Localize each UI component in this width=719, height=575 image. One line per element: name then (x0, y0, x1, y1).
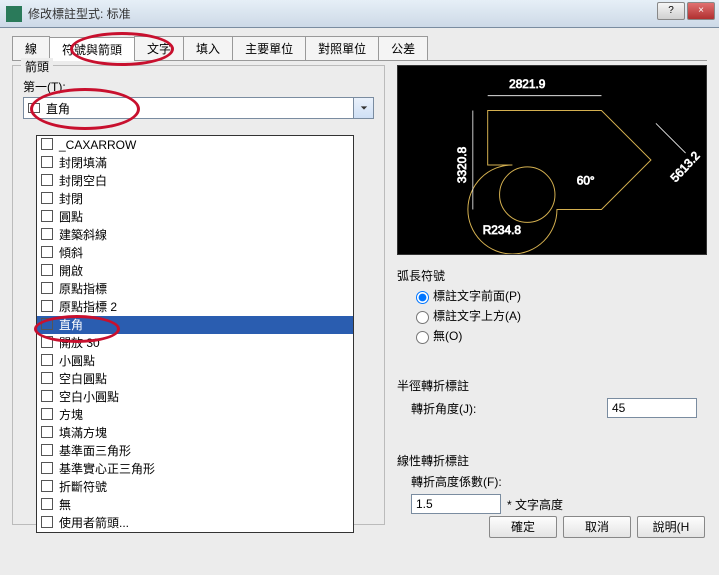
dropdown-item[interactable]: 小圓點 (37, 352, 353, 370)
dropdown-item[interactable]: 直角 (37, 316, 353, 334)
dropdown-item[interactable]: 圓點 (37, 208, 353, 226)
arrow-type-icon (41, 318, 53, 330)
arrow-dropdown-list[interactable]: _CAXARROW封閉填滿封閉空白封閉圓點建築斜線傾斜開啟原點指標原點指標 2直… (36, 135, 354, 533)
arrow-type-icon (41, 426, 53, 438)
dropdown-item[interactable]: 無 (37, 496, 353, 514)
dropdown-item[interactable]: _CAXARROW (37, 136, 353, 154)
arrow-type-icon (41, 228, 53, 240)
dropdown-item[interactable]: 封閉空白 (37, 172, 353, 190)
dropdown-item[interactable]: 填滿方塊 (37, 424, 353, 442)
first-arrow-value: 直角 (46, 100, 70, 117)
radio-none[interactable]: 無(O) (411, 327, 697, 344)
arrow-type-icon (41, 336, 53, 348)
dropdown-item[interactable]: 原點指標 (37, 280, 353, 298)
cancel-button[interactable]: 取消 (563, 516, 631, 538)
dropdown-item[interactable]: 使用者箭頭... (37, 514, 353, 532)
dropdown-item[interactable]: 空白小圓點 (37, 388, 353, 406)
jog-angle-label: 轉折角度(J): (411, 400, 607, 417)
arrow-type-icon (41, 174, 53, 186)
tab-fill[interactable]: 填入 (183, 36, 233, 60)
dropdown-item[interactable]: 基準面三角形 (37, 442, 353, 460)
linear-jog-group: 線性轉折標註 轉折高度係數(F): * 文字高度 (397, 440, 707, 528)
arrow-type-icon (41, 390, 53, 402)
tab-text[interactable]: 文字 (134, 36, 184, 60)
arrow-type-icon (41, 462, 53, 474)
dropdown-item[interactable]: 方塊 (37, 406, 353, 424)
titlebar: 修改標註型式: 标准 ? × (0, 0, 719, 28)
dim-left: 3320.8 (455, 146, 469, 183)
dim-angle: 60° (577, 174, 595, 188)
radio-above-text[interactable]: 標註文字上方(A) (411, 307, 697, 324)
dropdown-item[interactable]: 開啟 (37, 262, 353, 280)
tab-primary-units[interactable]: 主要單位 (232, 36, 306, 60)
arrow-type-icon (41, 264, 53, 276)
dialog-buttons: 確定 取消 說明(H (489, 516, 705, 538)
tab-symbols-arrows[interactable]: 符號與箭頭 (49, 37, 135, 61)
arrow-type-icon (41, 156, 53, 168)
chevron-down-icon[interactable] (353, 98, 373, 118)
radio-before-text[interactable]: 標註文字前面(P) (411, 287, 697, 304)
arrow-type-icon (41, 300, 53, 312)
arrow-type-icon (41, 444, 53, 456)
arrow-type-icon (41, 354, 53, 366)
tab-line[interactable]: 線 (12, 36, 50, 60)
arrows-group-label: 箭頭 (21, 58, 53, 75)
dim-top: 2821.9 (509, 77, 546, 91)
dim-radius: R234.8 (483, 223, 522, 237)
window-buttons: ? × (657, 2, 715, 20)
dropdown-item[interactable]: 空白圓點 (37, 370, 353, 388)
combo-icon (28, 103, 40, 113)
arrow-type-icon (41, 372, 53, 384)
close-button[interactable]: × (687, 2, 715, 20)
dimension-preview: 2821.9 3320.8 5613.2 R234.8 60° (397, 65, 707, 255)
dropdown-item[interactable]: 封閉填滿 (37, 154, 353, 172)
dropdown-item[interactable]: 基準實心正三角形 (37, 460, 353, 478)
jog-factor-suffix: * 文字高度 (507, 496, 563, 513)
dropdown-item[interactable]: 折斷符號 (37, 478, 353, 496)
tab-alt-units[interactable]: 對照單位 (305, 36, 379, 60)
arrow-type-icon (41, 408, 53, 420)
arrow-type-icon (41, 498, 53, 510)
arc-length-label: 弧長符號 (397, 267, 697, 284)
arrow-type-icon (41, 480, 53, 492)
dim-diag: 5613.2 (668, 149, 703, 185)
arrow-type-icon (41, 210, 53, 222)
arrow-type-icon (41, 282, 53, 294)
first-arrow-label: 第一(T): (23, 78, 374, 95)
arrow-type-icon (41, 516, 53, 528)
radius-jog-label: 半徑轉折標註 (397, 377, 697, 394)
tab-tolerance[interactable]: 公差 (378, 36, 428, 60)
dropdown-item[interactable]: 開放 30 (37, 334, 353, 352)
jog-factor-input[interactable] (411, 494, 501, 514)
dropdown-item[interactable]: 封閉 (37, 190, 353, 208)
dropdown-item[interactable]: 傾斜 (37, 244, 353, 262)
dropdown-item[interactable]: 原點指標 2 (37, 298, 353, 316)
window-title: 修改標註型式: 标准 (28, 5, 131, 22)
first-arrow-combo[interactable]: 直角 (23, 97, 374, 119)
linear-jog-label: 線性轉折標註 (397, 452, 697, 469)
arc-length-group: 弧長符號 標註文字前面(P) 標註文字上方(A) 無(O) (397, 255, 707, 357)
app-icon (6, 6, 22, 22)
dropdown-item[interactable]: 建築斜線 (37, 226, 353, 244)
help-button[interactable]: 說明(H (637, 516, 705, 538)
tab-strip: 線 符號與箭頭 文字 填入 主要單位 對照單位 公差 (12, 36, 707, 61)
arrow-type-icon (41, 138, 53, 150)
arrow-type-icon (41, 192, 53, 204)
help-button[interactable]: ? (657, 2, 685, 20)
jog-factor-label: 轉折高度係數(F): (411, 473, 697, 490)
arrow-type-icon (41, 246, 53, 258)
jog-angle-input[interactable] (607, 398, 697, 418)
ok-button[interactable]: 確定 (489, 516, 557, 538)
radius-jog-group: 半徑轉折標註 轉折角度(J): (397, 365, 707, 432)
